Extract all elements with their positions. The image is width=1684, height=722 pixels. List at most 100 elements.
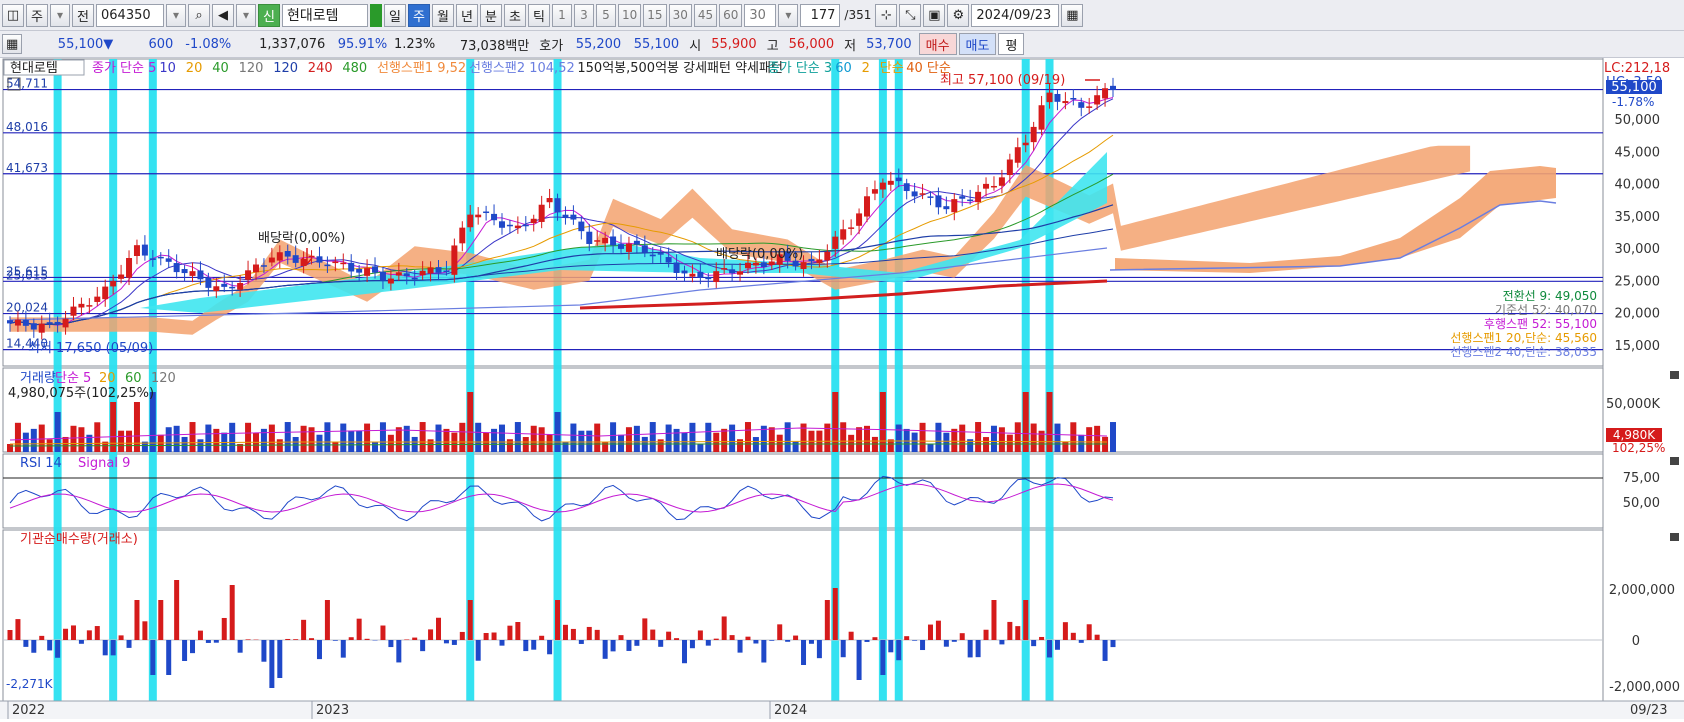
draw-line-icon[interactable]: ⤡ [899, 4, 921, 27]
inst-bar [55, 640, 60, 658]
sell-button[interactable]: 매도 [959, 33, 997, 55]
volume: 1,337,076 [236, 34, 330, 55]
code-dropdown-icon[interactable]: ▾ [166, 4, 186, 27]
change-percent: -1.08% [178, 34, 236, 55]
chart-type-icon[interactable]: ▦ [2, 34, 22, 54]
interval-10[interactable]: 10 [618, 4, 641, 27]
inst-bar [912, 640, 917, 641]
candle-body [436, 267, 442, 273]
tab-1[interactable]: 주 [408, 4, 430, 27]
volume-bar [443, 429, 449, 452]
interval-60[interactable]: 60 [719, 4, 742, 27]
candle-body [1039, 105, 1045, 129]
candle-body [197, 270, 203, 279]
inst-legend: 기관순매수량(거래소) [20, 532, 138, 547]
layout-icon[interactable]: ◫ [2, 4, 24, 27]
inst-bar [1079, 640, 1084, 643]
candle-body [324, 265, 330, 267]
tab-3[interactable]: 년 [456, 4, 478, 27]
date-input[interactable]: 2024/09/23 [971, 4, 1059, 27]
interval-5[interactable]: 5 [596, 4, 616, 27]
candle-body [126, 258, 132, 278]
interval-3[interactable]: 3 [574, 4, 594, 27]
inst-bar [460, 632, 465, 640]
volume-bar [118, 431, 124, 452]
inst-bar [404, 639, 409, 640]
inst-bar [222, 618, 227, 640]
inst-bar [238, 640, 243, 653]
calendar-icon[interactable]: ▦ [1061, 4, 1083, 27]
count-dropdown-icon[interactable]: ▾ [778, 4, 798, 27]
candle-body [245, 270, 251, 279]
count-input[interactable]: 30 [744, 4, 776, 27]
tab-4[interactable]: 분 [480, 4, 502, 27]
eval-button[interactable]: 평 [998, 33, 1024, 55]
candle-body [1078, 102, 1084, 108]
inst-bar [365, 639, 370, 640]
candle-body [420, 271, 426, 275]
candle-body [912, 191, 918, 196]
counter-input[interactable]: 177 [800, 4, 840, 27]
save-icon[interactable]: ▣ [923, 4, 945, 27]
legend-item-4: 40 [212, 61, 229, 76]
crosshair-icon[interactable]: ⊹ [875, 4, 897, 27]
prev-button[interactable]: 전 [72, 4, 94, 27]
inst-bar [991, 600, 996, 640]
candle-body [586, 232, 592, 244]
interval-1[interactable]: 1 [552, 4, 572, 27]
candle-body [340, 263, 346, 265]
interval-45[interactable]: 45 [694, 4, 717, 27]
candle-body [1086, 106, 1092, 108]
sound-dropdown-icon[interactable]: ▾ [236, 4, 256, 27]
y-tick-0: 50,000 [1615, 113, 1661, 128]
tab-0[interactable]: 일 [384, 4, 406, 27]
search-icon[interactable]: ⌕ [188, 4, 210, 27]
volume-bar [356, 431, 362, 452]
price-change-tag: -1.78% [1612, 95, 1654, 109]
inst-bar [452, 640, 457, 645]
tab-2[interactable]: 월 [432, 4, 454, 27]
chevron-down-icon[interactable]: ▾ [50, 4, 70, 27]
interval-15[interactable]: 15 [643, 4, 666, 27]
candle-body [888, 181, 894, 185]
tab-6[interactable]: 틱 [528, 4, 550, 27]
legend-item-6: 120 [273, 61, 298, 76]
legend-item-13: 60 [835, 61, 852, 76]
volume-bar [912, 433, 918, 452]
volume-bar [531, 426, 537, 452]
gear-icon[interactable]: ⚙ [947, 4, 969, 27]
volume-bar [840, 422, 846, 452]
interval-30[interactable]: 30 [669, 4, 692, 27]
volume-bar [555, 412, 561, 452]
rsi-tick-75: 75,00 [1623, 471, 1660, 486]
sound-icon[interactable]: ◀ [212, 4, 234, 27]
chart-area[interactable]: 현대로템종가 단순 5102040120120240480선행스팬1 9,52선… [0, 58, 1684, 719]
volume-bar [681, 433, 687, 452]
inst-bar [1103, 640, 1108, 661]
stock-code-input[interactable]: 064350 [96, 4, 164, 27]
inst-bar [1031, 640, 1036, 646]
stock-name[interactable]: 현대로템 [282, 4, 368, 27]
volume-bar [904, 429, 910, 452]
tab-5[interactable]: 초 [504, 4, 526, 27]
inst-bar [428, 629, 433, 640]
volume-bar [896, 425, 902, 452]
inst-bar [1039, 637, 1044, 640]
y-tick-5: 25,000 [1615, 274, 1661, 289]
toolbar: ◫ 주 ▾ 전 064350 ▾ ⌕ ◀ ▾ 신 현대로템 일주월년분초틱 13… [0, 0, 1684, 31]
volume-bar [31, 429, 37, 452]
period-button[interactable]: 주 [26, 4, 48, 27]
candle-body [999, 177, 1005, 185]
buy-button[interactable]: 매수 [919, 33, 957, 55]
candle-body [896, 178, 902, 182]
quote-bar: ▦ 55,100▼ 600 -1.08% 1,337,076 95.91% 1.… [0, 31, 1684, 58]
volume-bar [348, 431, 354, 452]
volume-bar [229, 423, 235, 452]
volume-bar [880, 392, 886, 452]
volume-bar [182, 437, 188, 452]
open-label: 시 [684, 34, 706, 55]
name-marker-icon [370, 4, 382, 27]
chart-svg[interactable]: 현대로템종가 단순 5102040120120240480선행스팬1 9,52선… [0, 58, 1684, 719]
volume-bar [610, 422, 616, 452]
inst-bar [492, 633, 497, 640]
